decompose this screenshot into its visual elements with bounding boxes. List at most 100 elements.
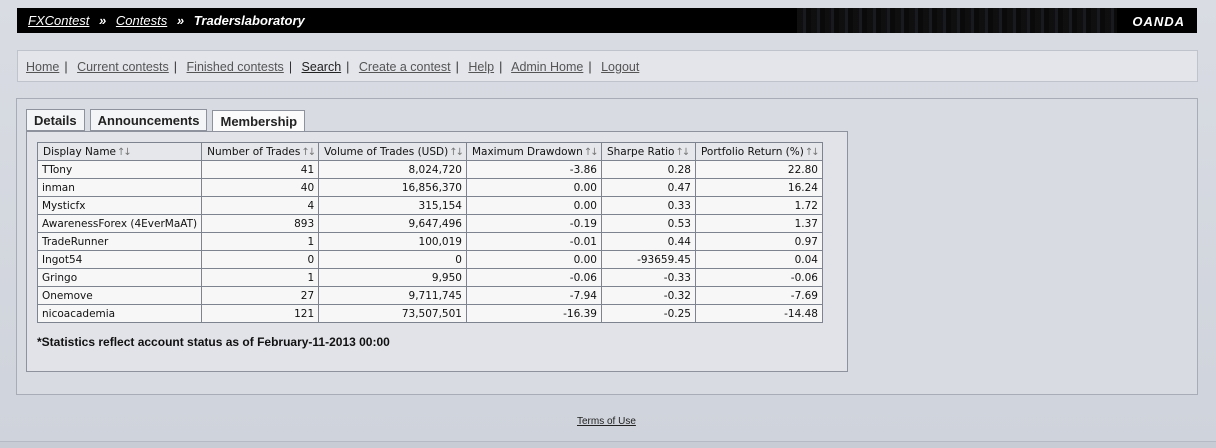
table-cell: -0.06 [694,268,823,287]
column-header[interactable]: Number of Trades↑↓ [201,142,320,161]
table-cell: 0.00 [465,196,602,215]
column-header-label: Sharpe Ratio [606,145,675,158]
sort-arrows-icon[interactable]: ↑↓ [584,147,599,158]
nav-search-link[interactable]: Search [302,60,342,74]
table-cell: 4 [201,196,320,215]
nav-current-contests-link[interactable]: Current contests [77,60,169,74]
column-header-label: Portfolio Return (%) [700,145,804,158]
nav-create-contest-link[interactable]: Create a contest [359,60,451,74]
table-cell: Onemove [36,286,203,305]
table-cell: 22.80 [694,160,823,179]
table-cell: TradeRunner [36,232,203,251]
breadcrumb: FXContest » Contests » Traderslaboratory [28,13,305,28]
nav-logout-link[interactable]: Logout [601,60,639,74]
table-cell: -0.01 [465,232,602,251]
column-header[interactable]: Sharpe Ratio↑↓ [600,142,696,161]
column-header-label: Number of Trades [207,145,301,158]
nav-separator: | [64,60,68,74]
terms-of-use-link[interactable]: Terms of Use [577,416,636,427]
table-cell: 27 [201,286,320,305]
table-cell: TTony [36,160,203,179]
table-cell: 0.53 [600,214,696,233]
table-cell: -7.69 [694,286,823,305]
table-cell: 0.00 [465,178,602,197]
table-cell: 1 [201,268,320,287]
table-cell: -7.94 [465,286,602,305]
nav-finished-contests-link[interactable]: Finished contests [187,60,284,74]
table-cell: 100,019 [318,232,467,251]
breadcrumb-separator: » [99,13,107,28]
sort-arrows-icon[interactable]: ↑↓ [805,147,820,158]
nav-admin-home-link[interactable]: Admin Home [511,60,583,74]
column-header-label: Display Name [43,145,117,158]
table-cell: 8,024,720 [318,160,467,179]
table-cell: -16.39 [465,304,602,323]
breadcrumb-current: Traderslaboratory [193,13,305,28]
table-cell: 1.37 [694,214,823,233]
nav-separator: | [173,60,178,74]
table-cell: -93659.45 [600,250,696,269]
table-row: Gringo 1 9,950 -0.06 -0.33 -0.06 [36,268,823,287]
nav-separator: | [288,60,293,74]
table-cell: Gringo [36,268,203,287]
table-cell: 0.00 [465,250,602,269]
sort-arrows-icon[interactable]: ↑↓ [675,147,690,158]
table-row: nicoacademia 121 73,507,501 -16.39 -0.25 -14.… [36,304,823,323]
table-header-row: Display Name↑↓ Number of Trades↑↓ Volume o… [36,142,823,161]
breadcrumb-contests-link[interactable]: Contests [116,13,167,28]
sort-arrows-icon[interactable]: ↑↓ [449,147,464,158]
nav-separator: | [588,60,592,74]
table-row: inman 40 16,856,370 0.00 0.47 16.24 [36,178,823,197]
statistics-footnote: *Statistics reflect account status as of… [37,335,390,349]
sort-arrows-icon[interactable]: ↑↓ [301,147,316,158]
table-cell: 16,856,370 [318,178,467,197]
column-header[interactable]: Display Name↑↓ [36,142,203,161]
table-cell: 0.28 [600,160,696,179]
table-row: AwarenessForex (4EverMaAT) 893 9,647,496 -0… [36,214,823,233]
header-bar: FXContest » Contests » Traderslaboratory… [17,8,1197,33]
column-header-label: Maximum Drawdown [471,145,583,158]
table-cell: 0.97 [694,232,823,251]
column-header[interactable]: Maximum Drawdown↑↓ [465,142,602,161]
table-cell: 41 [201,160,320,179]
nav-home-link[interactable]: Home [26,60,59,74]
table-cell: -0.32 [600,286,696,305]
table-cell: 9,647,496 [318,214,467,233]
table-cell: 121 [201,304,320,323]
table-body: TTony 41 8,024,720 -3.86 0.28 22.80 inman 40 16,… [36,160,823,323]
tab-details[interactable]: Details [26,109,85,131]
table-cell: 0 [318,250,467,269]
table-cell: 0.33 [600,196,696,215]
table-cell: nicoacademia [36,304,203,323]
nav-help-link[interactable]: Help [468,60,494,74]
nav-separator: | [499,60,503,74]
table-row: TTony 41 8,024,720 -3.86 0.28 22.80 [36,160,823,179]
oanda-logo: OANDA [1132,14,1185,29]
table-cell: -0.19 [465,214,602,233]
table-cell: 893 [201,214,320,233]
table-cell: 0.47 [600,178,696,197]
table-row: Mysticfx 4 315,154 0.00 0.33 1.72 [36,196,823,215]
breadcrumb-fxcontest-link[interactable]: FXContest [28,13,89,28]
column-header[interactable]: Portfolio Return (%)↑↓ [694,142,823,161]
membership-stats-table: Display Name↑↓ Number of Trades↑↓ Volume o… [36,142,823,323]
table-row: Ingot54 0 0 0.00 -93659.45 0.04 [36,250,823,269]
table-cell: 0.04 [694,250,823,269]
table-row: TradeRunner 1 100,019 -0.01 0.44 0.97 [36,232,823,251]
table-cell: -14.48 [694,304,823,323]
sort-arrows-icon[interactable]: ↑↓ [117,147,132,158]
tab-announcements[interactable]: Announcements [89,109,208,131]
table-row: Onemove 27 9,711,745 -7.94 -0.32 -7.69 [36,286,823,305]
table-cell: 315,154 [318,196,467,215]
table-cell: 16.24 [694,178,823,197]
table-cell: 40 [201,178,320,197]
table-cell: 73,507,501 [318,304,467,323]
table-cell: Ingot54 [36,250,203,269]
breadcrumb-separator: » [176,13,185,28]
table-cell: 0.44 [600,232,696,251]
table-cell: -3.86 [465,160,602,179]
table-cell: 0 [201,250,320,269]
column-header-label: Volume of Trades (USD) [324,145,449,158]
column-header[interactable]: Volume of Trades (USD)↑↓ [318,142,467,161]
table-cell: -0.25 [600,304,696,323]
